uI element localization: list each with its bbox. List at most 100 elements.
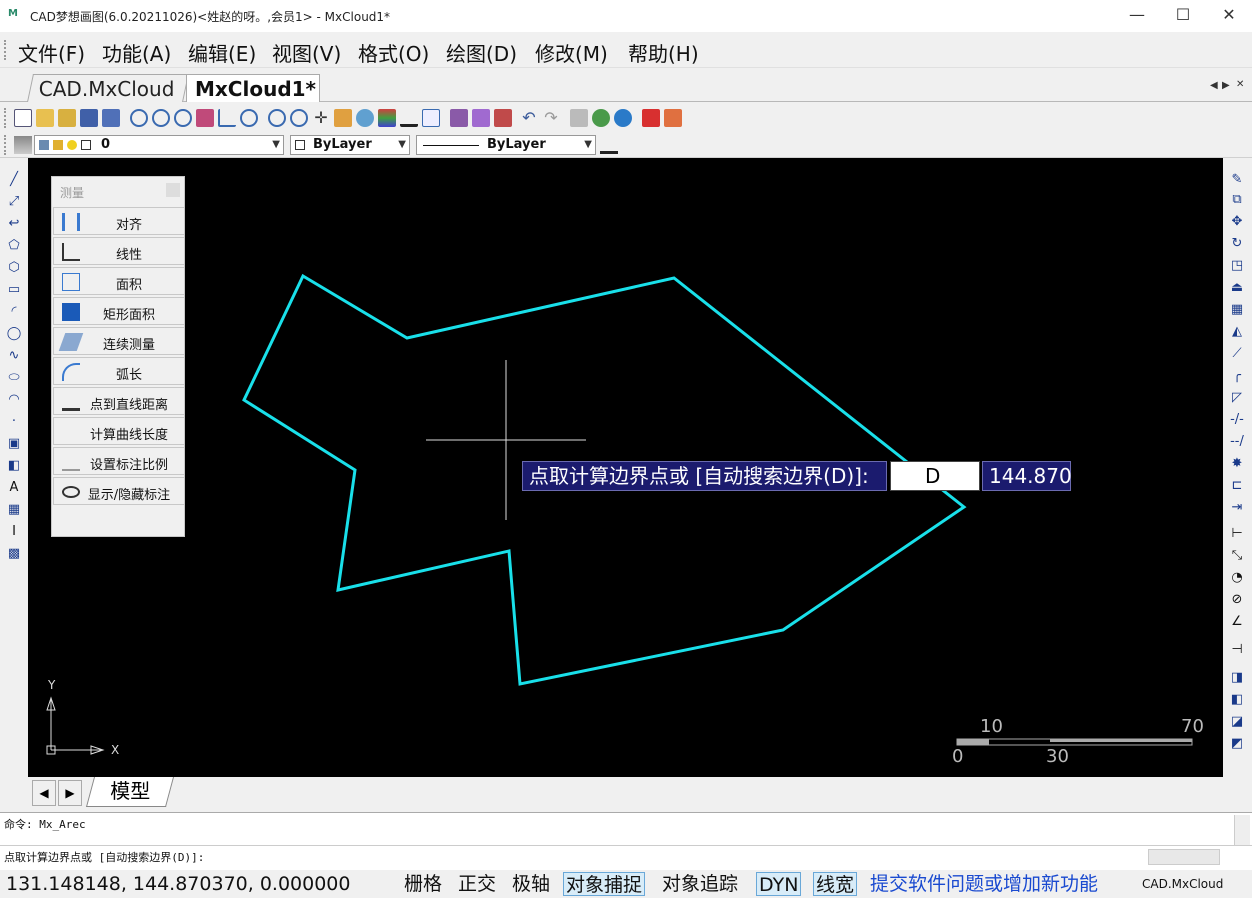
- move-cross-icon[interactable]: ✛: [312, 109, 330, 127]
- set-dim-scale-button[interactable]: 设置标注比例: [53, 447, 185, 475]
- text-icon[interactable]: A: [6, 480, 22, 496]
- measure-point-line-button[interactable]: 点到直线距离: [53, 387, 185, 415]
- zoom-realtime-icon[interactable]: [130, 109, 148, 127]
- polar-toggle[interactable]: 极轴: [510, 872, 552, 896]
- minimize-button[interactable]: —: [1114, 0, 1160, 32]
- measure-area-button[interactable]: 面积: [53, 267, 185, 295]
- linetype-select[interactable]: ByLayer ▼: [416, 135, 596, 155]
- new-file-icon[interactable]: [14, 109, 32, 127]
- erase-icon[interactable]: ✎: [1229, 172, 1245, 188]
- command-input[interactable]: 点取计算边界点或 [自动搜索边界(D)]:: [4, 849, 204, 865]
- table-icon[interactable]: ▦: [6, 502, 22, 518]
- trim-icon[interactable]: -/-: [1229, 412, 1245, 428]
- measure-linear-button[interactable]: 线性: [53, 237, 185, 265]
- ucs-icon[interactable]: [218, 109, 236, 127]
- image-export-icon[interactable]: [664, 109, 682, 127]
- dim-radius-icon[interactable]: ◔: [1229, 570, 1245, 586]
- undo-icon[interactable]: ↶: [520, 109, 538, 127]
- insert-block-icon[interactable]: ▣: [6, 436, 22, 452]
- layout-next-button[interactable]: ▶: [58, 780, 82, 806]
- color-select[interactable]: ByLayer ▼: [290, 135, 410, 155]
- polygon-icon[interactable]: ⬠: [6, 238, 22, 254]
- break-icon[interactable]: ⊏: [1229, 478, 1245, 494]
- tab-scroll-left-icon[interactable]: ◀: [1210, 80, 1218, 91]
- pdf-icon[interactable]: [642, 109, 660, 127]
- chamfer-icon[interactable]: ◸: [1229, 390, 1245, 406]
- panel-close-icon[interactable]: [166, 183, 180, 197]
- ortho-toggle[interactable]: 正交: [456, 872, 498, 896]
- xline-icon[interactable]: ⤢: [6, 194, 22, 210]
- mirror-icon[interactable]: ◭: [1229, 324, 1245, 340]
- linetype-icon[interactable]: [400, 109, 418, 127]
- layer-manager-icon[interactable]: [378, 109, 396, 127]
- cloud-icon[interactable]: [614, 109, 632, 127]
- layers-icon[interactable]: [14, 136, 32, 154]
- match-properties-icon[interactable]: [450, 109, 468, 127]
- layer-select[interactable]: 0 ▼: [34, 135, 284, 155]
- brush-icon[interactable]: [334, 109, 352, 127]
- block-icon[interactable]: [494, 109, 512, 127]
- lineweight-toggle[interactable]: 线宽: [813, 872, 858, 896]
- zoom-in-icon[interactable]: [174, 109, 192, 127]
- measure-continuous-button[interactable]: 连续测量: [53, 327, 185, 355]
- command-scrollbar[interactable]: [1234, 815, 1250, 845]
- line-icon[interactable]: ╱: [6, 172, 22, 188]
- make-block-icon[interactable]: ◧: [6, 458, 22, 474]
- point-icon[interactable]: ·: [6, 414, 22, 430]
- layout-prev-button[interactable]: ◀: [32, 780, 56, 806]
- redo-icon[interactable]: ↷: [542, 109, 560, 127]
- menu-view[interactable]: 视图(V): [272, 38, 341, 67]
- move-icon[interactable]: ✥: [1229, 214, 1245, 230]
- join-icon[interactable]: ⇥: [1229, 500, 1245, 516]
- stretch-icon[interactable]: ⏏: [1229, 280, 1245, 296]
- menu-file[interactable]: 文件(F): [18, 38, 85, 67]
- scale-icon[interactable]: ◳: [1229, 258, 1245, 274]
- dim-angle-icon[interactable]: ∠: [1229, 614, 1245, 630]
- measure-curve-length-button[interactable]: 计算曲线长度: [53, 417, 185, 445]
- print-icon[interactable]: [570, 109, 588, 127]
- draworder-back-icon[interactable]: ◧: [1229, 692, 1245, 708]
- close-button[interactable]: ✕: [1206, 0, 1252, 32]
- toggle-dim-button[interactable]: 显示/隐藏标注: [53, 477, 185, 505]
- open-file-icon[interactable]: [36, 109, 54, 127]
- horizontal-scrollbar[interactable]: [1148, 849, 1220, 865]
- rectangle-icon[interactable]: ▭: [6, 282, 22, 298]
- tab-mxcloud1[interactable]: MxCloud1*: [186, 74, 320, 102]
- menu-edit[interactable]: 编辑(E): [188, 38, 256, 67]
- feedback-link[interactable]: 提交软件问题或增加新功能: [868, 872, 1100, 896]
- polygon-alt-icon[interactable]: ⬡: [6, 260, 22, 276]
- spline-icon[interactable]: ∿: [6, 348, 22, 364]
- dynamic-input-field[interactable]: D: [890, 461, 980, 491]
- menu-modify[interactable]: 修改(M): [535, 38, 608, 67]
- copy-icon[interactable]: ⧉: [1229, 192, 1245, 208]
- osnap-toggle[interactable]: 对象捕捉: [563, 872, 646, 896]
- draworder-below-icon[interactable]: ◩: [1229, 736, 1245, 752]
- rotate-icon[interactable]: ↻: [1229, 236, 1245, 252]
- menu-help[interactable]: 帮助(H): [628, 38, 699, 67]
- save-as-icon[interactable]: [102, 109, 120, 127]
- draworder-above-icon[interactable]: ◪: [1229, 714, 1245, 730]
- dim-linear-icon[interactable]: ⊢: [1229, 526, 1245, 542]
- polyline-icon[interactable]: ↩: [6, 216, 22, 232]
- web-icon[interactable]: [592, 109, 610, 127]
- tab-scroll-right-icon[interactable]: ▶: [1222, 80, 1230, 91]
- menu-draw[interactable]: 绘图(D): [446, 38, 517, 67]
- color-icon[interactable]: [356, 109, 374, 127]
- circle-icon[interactable]: ◯: [6, 326, 22, 342]
- extend-icon[interactable]: --/: [1229, 434, 1245, 450]
- measure-arc-button[interactable]: 弧长: [53, 357, 185, 385]
- ellipse-arc-icon[interactable]: ◠: [6, 392, 22, 408]
- hatch-icon[interactable]: ▩: [6, 546, 22, 562]
- dim-continue-icon[interactable]: ⊣: [1229, 642, 1245, 658]
- tab-close-icon[interactable]: ✕: [1236, 79, 1244, 90]
- dim-diameter-icon[interactable]: ⊘: [1229, 592, 1245, 608]
- measure-rect-area-button[interactable]: 矩形面积: [53, 297, 185, 325]
- zoom-window-icon[interactable]: [152, 109, 170, 127]
- explode-icon[interactable]: ✸: [1229, 456, 1245, 472]
- paint-icon[interactable]: [472, 109, 490, 127]
- open-folder-icon[interactable]: [58, 109, 76, 127]
- save-icon[interactable]: [80, 109, 98, 127]
- measure-align-button[interactable]: 对齐: [53, 207, 185, 235]
- zoom-all-icon[interactable]: [268, 109, 286, 127]
- dyn-toggle[interactable]: DYN: [756, 872, 802, 896]
